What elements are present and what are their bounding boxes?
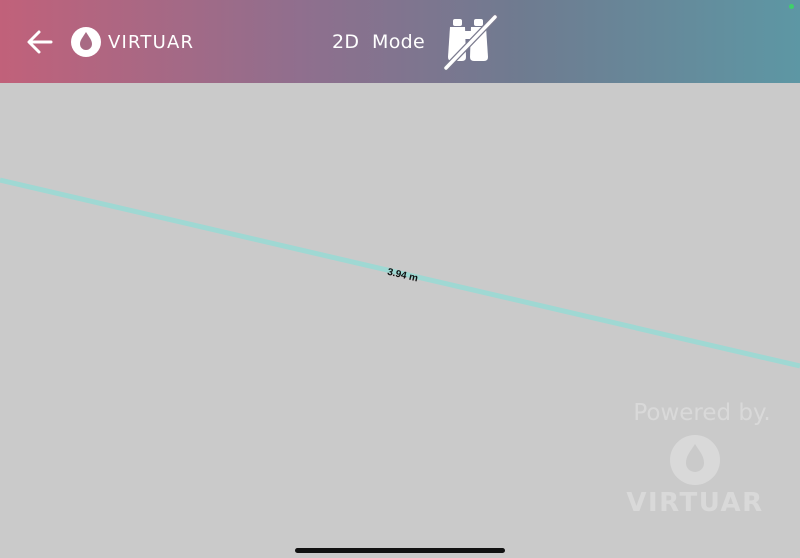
app-screen: VIRTUAR 2D Mode 3.94 m Powered by. VIRTU… bbox=[0, 0, 800, 558]
status-dot bbox=[789, 4, 794, 9]
arrow-left-icon bbox=[27, 30, 53, 54]
watermark-brand: VIRTUAR bbox=[626, 488, 764, 518]
brand-name: VIRTUAR bbox=[108, 31, 195, 53]
top-bar: VIRTUAR 2D Mode bbox=[0, 0, 800, 83]
back-button[interactable] bbox=[24, 26, 56, 58]
view-toggle-button[interactable] bbox=[440, 13, 500, 71]
drop-logo-icon bbox=[71, 27, 101, 57]
mode-title: 2D Mode bbox=[332, 31, 425, 53]
home-indicator[interactable] bbox=[295, 548, 505, 553]
powered-by-watermark: Powered by. VIRTUAR bbox=[600, 400, 790, 518]
drop-watermark-icon bbox=[670, 435, 720, 485]
brand-logo: VIRTUAR bbox=[70, 26, 194, 58]
powered-by-label: Powered by. bbox=[633, 400, 771, 426]
measurement-label: 3.94 m bbox=[386, 267, 419, 285]
binoculars-off-icon bbox=[443, 14, 498, 71]
